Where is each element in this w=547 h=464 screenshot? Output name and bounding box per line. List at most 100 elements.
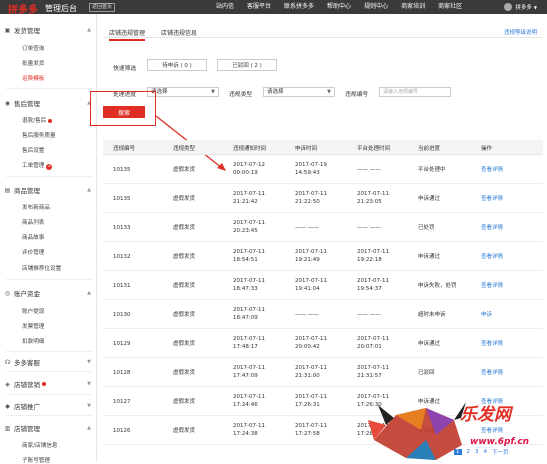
divider xyxy=(6,371,92,372)
sidebar-group-shipping[interactable]: ▣ 发货管理 ▲ xyxy=(0,25,97,36)
table-cell: 20:23:45 xyxy=(233,228,258,234)
sidebar: ▣ 发货管理 ▲ 订单查询 批量发货 运费模板 ◉ 售后管理 ▲ 退款/售后 售… xyxy=(0,14,97,464)
violation-id-input[interactable]: 请输入违规编号 xyxy=(379,87,451,97)
row-action-link[interactable]: 查看详情 xyxy=(481,283,503,290)
table-cell: 10130 xyxy=(113,312,131,318)
sidebar-group-promotion[interactable]: ◆ 店铺推广 ▼ xyxy=(0,401,97,412)
sidebar-item-aftersale-settings[interactable]: 售后设置 xyxy=(22,146,44,154)
filter-type-label: 违规类型 xyxy=(229,92,253,98)
table-cell: 已驳回 xyxy=(418,370,435,376)
table-cell: 10133 xyxy=(113,225,131,231)
sidebar-item-freight-template[interactable]: 运费模板 xyxy=(22,74,44,82)
row-action-link[interactable]: 查看详情 xyxy=(481,167,503,174)
sidebar-item-reviews[interactable]: 评价管理 xyxy=(22,248,44,256)
row-action-link[interactable]: 查看详情 xyxy=(481,254,503,261)
nav-contact[interactable]: 联系拼多多 xyxy=(284,0,314,14)
nav-rules[interactable]: 规则中心 xyxy=(364,0,388,14)
sidebar-item-tickets[interactable]: 工单管理 2 xyxy=(22,161,53,170)
sidebar-group-label: 店铺推广 xyxy=(14,403,40,411)
table-cell: —— —— xyxy=(357,225,381,231)
row-action-link[interactable]: 查看详情 xyxy=(481,341,503,348)
sidebar-item-invoices[interactable]: 发票管理 xyxy=(22,322,44,330)
sidebar-item-product-list[interactable]: 商品列表 xyxy=(22,218,44,226)
sidebar-group-label: 多多客服 xyxy=(14,359,40,367)
row-action-link[interactable]: 申诉 xyxy=(481,312,492,319)
nav-help[interactable]: 帮助中心 xyxy=(327,0,351,14)
table-cell: 2017-07-11 xyxy=(233,249,265,255)
sidebar-item-sub-accounts[interactable]: 子账号管理 xyxy=(22,456,50,464)
user-name: 拼多多 xyxy=(515,5,532,11)
sidebar-group-marketing[interactable]: ◈ 店铺营销 ▼ xyxy=(0,379,97,390)
table-cell: 2017-07-11 xyxy=(295,278,327,284)
filter-pending-appeal[interactable]: 待申诉 ( 0 ) xyxy=(147,59,207,71)
sidebar-group-label: 店铺管理 xyxy=(14,425,40,433)
tab-violation-management[interactable]: 店铺违规管理 xyxy=(109,28,146,41)
table-cell: 10135 xyxy=(113,167,131,173)
sidebar-item-product-story[interactable]: 商品故事 xyxy=(22,233,44,241)
chevron-down-icon: ▼ xyxy=(87,359,91,365)
table-row: 10135 虚假发货 2017-07-12 00:00:19 2017-07-19 14:… xyxy=(103,156,543,184)
nav-training[interactable]: 商家培训 xyxy=(401,0,425,14)
table-cell: 18:47:09 xyxy=(233,315,258,321)
table-cell: 申诉通过 xyxy=(418,341,441,347)
sidebar-item-withdraw[interactable]: 账户提现 xyxy=(22,307,44,315)
headset-icon: ◉ xyxy=(4,99,11,107)
sidebar-group-store[interactable]: ▥ 店铺管理 ▲ xyxy=(0,423,97,434)
search-button[interactable]: 搜索 xyxy=(103,106,145,118)
select-value: 请选择 xyxy=(267,89,284,95)
watermark-text: 乐发网 xyxy=(460,405,511,425)
filter-rejected[interactable]: 已驳回 ( 2 ) xyxy=(217,59,277,71)
table-cell: 2017-07-11 xyxy=(295,394,327,400)
table-cell: 18:47:33 xyxy=(233,286,258,292)
table-cell: 10129 xyxy=(113,341,131,347)
table-cell: 10131 xyxy=(113,283,131,289)
store-icon: ▥ xyxy=(4,424,11,432)
sidebar-group-funds[interactable]: ◎ 账户资金 ▲ xyxy=(0,288,97,299)
sidebar-item-service-quality[interactable]: 售后服务质量 xyxy=(22,131,56,139)
sidebar-item-store-info[interactable]: 商家/店铺信息 xyxy=(22,441,57,449)
table-cell: —— —— xyxy=(357,167,381,173)
back-home-button[interactable]: 返回首页 xyxy=(89,3,116,12)
sidebar-item-label: 工单管理 xyxy=(22,163,45,169)
progress-select[interactable]: 请选择 ▼ xyxy=(147,87,219,97)
sidebar-item-refunds[interactable]: 退款/售后 xyxy=(22,116,53,124)
row-action-link[interactable]: 查看详情 xyxy=(481,196,503,203)
sidebar-group-customer-service[interactable]: ☊ 多多客服 ▼ xyxy=(0,357,97,368)
table-cell: 虚假发货 xyxy=(173,312,196,318)
count-badge: 2 xyxy=(46,164,53,170)
divider xyxy=(6,176,92,177)
user-menu[interactable]: 拼多多 ▼ xyxy=(504,3,537,11)
table-header: 违规编号 违规类型 违规通知时间 申诉时间 平台处理时间 当前进度 操作 xyxy=(103,140,543,155)
table-cell: 17:47:09 xyxy=(233,373,258,379)
violation-level-link[interactable]: 违规等级说明 xyxy=(504,28,537,36)
tab-violation-info[interactable]: 店铺违规信息 xyxy=(161,28,197,37)
table-cell: 20:07:01 xyxy=(357,344,382,350)
sidebar-item-orders[interactable]: 订单查询 xyxy=(22,44,44,52)
top-bar: 拼多多 管理后台 返回首页 站内信 客服平台 联系拼多多 帮助中心 规则中心 商… xyxy=(0,0,547,16)
table-cell: 19:54:37 xyxy=(357,286,382,292)
table-cell: 21:21:42 xyxy=(233,199,258,205)
table-row: 10133 虚假发货 2017-07-11 20:23:45 —— —— —— —— 已处罚… xyxy=(103,214,543,242)
sidebar-item-batch-ship[interactable]: 批量发货 xyxy=(22,59,44,67)
table-cell: 17:48:17 xyxy=(233,344,258,350)
table-cell: 虚假发货 xyxy=(173,399,196,405)
row-action-link[interactable]: 查看详情 xyxy=(481,370,503,377)
sidebar-group-aftersale[interactable]: ◉ 售后管理 ▲ xyxy=(0,98,97,109)
table-cell: 00:00:19 xyxy=(233,170,258,176)
sidebar-group-products[interactable]: ▤ 商品管理 ▲ xyxy=(0,185,97,196)
notification-dot xyxy=(42,382,46,386)
sidebar-item-new-product[interactable]: 发布新商品 xyxy=(22,203,50,211)
table-cell: 10128 xyxy=(113,370,131,376)
nav-messages[interactable]: 站内信 xyxy=(216,0,234,14)
table-cell: 10126 xyxy=(113,428,131,434)
sidebar-item-deductions[interactable]: 扣款明细 xyxy=(22,337,44,345)
divider xyxy=(6,88,92,89)
row-action-link[interactable]: 查看详情 xyxy=(481,225,503,232)
type-select[interactable]: 请选择 ▼ xyxy=(263,87,335,97)
chevron-up-icon: ▲ xyxy=(87,290,91,296)
nav-community[interactable]: 商家社区 xyxy=(438,0,462,14)
sidebar-item-recommend-slots[interactable]: 店铺推荐位设置 xyxy=(22,264,61,272)
nav-service-platform[interactable]: 客服平台 xyxy=(247,0,271,14)
table-cell: 10132 xyxy=(113,254,131,260)
table-cell: 虚假发货 xyxy=(173,341,196,347)
